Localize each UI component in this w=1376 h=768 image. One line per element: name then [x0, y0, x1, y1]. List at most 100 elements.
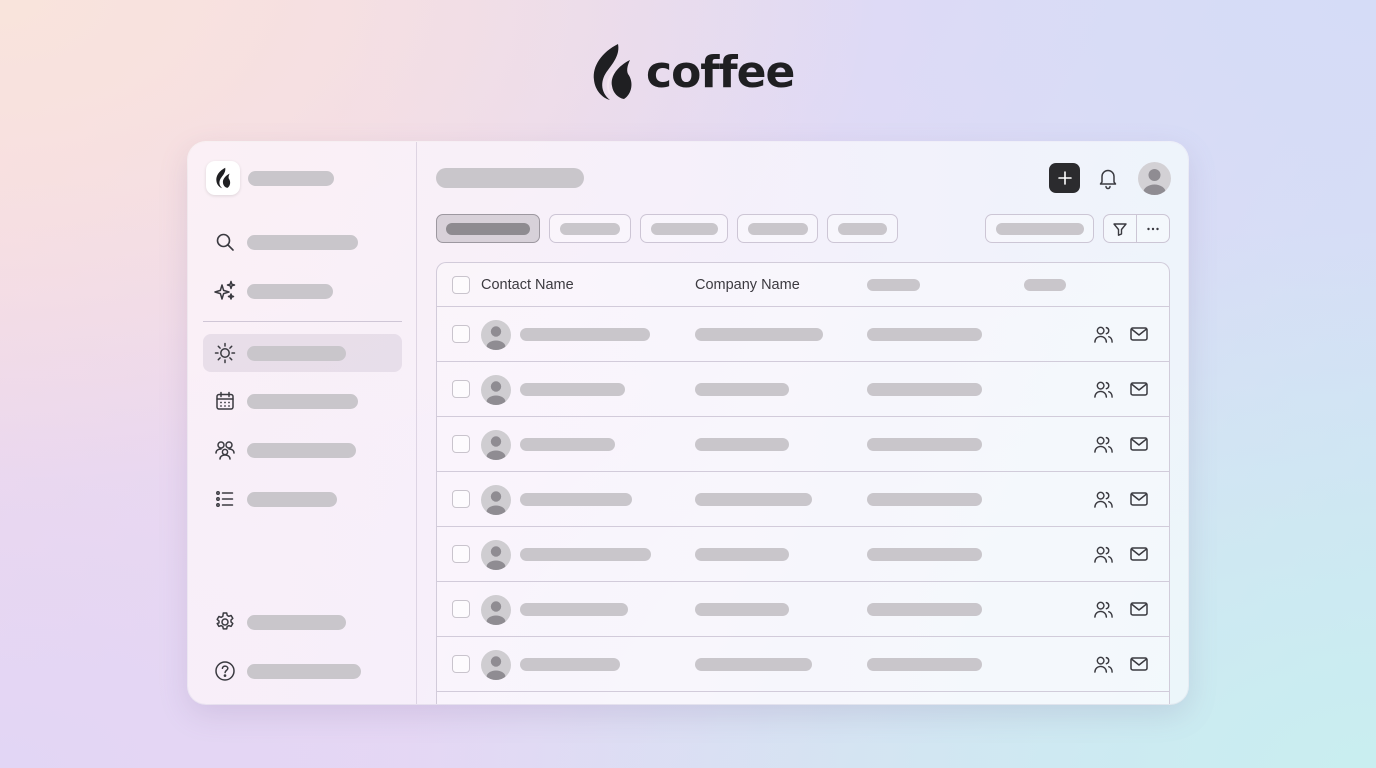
column-header-company-name[interactable]: Company Name	[695, 277, 800, 293]
users-icon[interactable]	[1093, 489, 1114, 515]
users-icon	[203, 439, 247, 461]
gear-icon	[203, 611, 247, 633]
table-row[interactable]	[437, 582, 1169, 637]
tab-label	[838, 222, 887, 235]
mail-icon[interactable]	[1129, 654, 1149, 679]
sidebar-divider	[203, 321, 402, 322]
sidebar-item-help[interactable]	[203, 652, 402, 690]
view-selector[interactable]	[985, 214, 1094, 243]
row-checkbox[interactable]	[452, 600, 470, 618]
mail-icon[interactable]	[1129, 379, 1149, 404]
contact-name-placeholder	[520, 493, 632, 506]
table-row[interactable]	[437, 472, 1169, 527]
search-icon	[203, 232, 247, 252]
users-icon[interactable]	[1093, 434, 1114, 460]
sun-icon	[203, 342, 247, 364]
users-icon[interactable]	[1093, 654, 1114, 680]
cell-placeholder	[867, 658, 982, 671]
tab-label	[560, 222, 620, 235]
cell-placeholder	[867, 328, 982, 341]
workspace-name-placeholder	[248, 171, 334, 186]
sidebar-item-label	[247, 283, 333, 299]
contact-name-placeholder	[520, 328, 650, 341]
filter-button[interactable]	[1104, 215, 1136, 242]
contact-avatar	[481, 375, 511, 405]
company-name-placeholder	[695, 438, 789, 451]
cell-placeholder	[867, 603, 982, 616]
sidebar	[188, 142, 417, 704]
mail-icon[interactable]	[1129, 324, 1149, 349]
company-name-placeholder	[695, 603, 789, 616]
list-icon	[203, 489, 247, 509]
cell-placeholder	[867, 438, 982, 451]
column-header-contact-name[interactable]: Contact Name	[481, 277, 574, 293]
flame-logo-icon	[588, 42, 636, 102]
table-row[interactable]	[437, 417, 1169, 472]
app-window: Contact Name Company Name	[188, 142, 1188, 704]
mail-icon[interactable]	[1129, 489, 1149, 514]
mail-icon[interactable]	[1129, 544, 1149, 569]
contact-avatar	[481, 320, 511, 350]
brand-name: coffee	[646, 47, 795, 98]
users-icon[interactable]	[1093, 544, 1114, 570]
users-icon[interactable]	[1093, 599, 1114, 625]
tab-2[interactable]	[549, 214, 631, 243]
mail-icon[interactable]	[1129, 434, 1149, 459]
tab-4[interactable]	[737, 214, 818, 243]
cell-placeholder	[867, 383, 982, 396]
table-row[interactable]	[437, 307, 1169, 362]
sidebar-item-contacts[interactable]	[203, 431, 402, 469]
row-checkbox[interactable]	[452, 325, 470, 343]
tab-label	[446, 222, 530, 235]
column-header-placeholder[interactable]	[1024, 279, 1066, 291]
table-row[interactable]	[437, 637, 1169, 692]
calendar-icon	[203, 391, 247, 411]
more-button[interactable]	[1136, 215, 1169, 242]
company-name-placeholder	[695, 383, 789, 396]
sparkles-icon	[203, 280, 247, 302]
sidebar-item-today[interactable]	[203, 334, 402, 372]
tab-3[interactable]	[640, 214, 728, 243]
sidebar-item-lists[interactable]	[203, 480, 402, 518]
tab-1[interactable]	[436, 214, 540, 243]
contact-name-placeholder	[520, 438, 615, 451]
sidebar-item-settings[interactable]	[203, 603, 402, 641]
contact-avatar	[481, 650, 511, 680]
notifications-button[interactable]	[1096, 166, 1120, 195]
sidebar-item-search[interactable]	[203, 223, 402, 261]
select-all-checkbox[interactable]	[452, 276, 470, 294]
more-horizontal-icon	[1147, 227, 1159, 230]
table-header: Contact Name Company Name	[437, 263, 1169, 307]
company-name-placeholder	[695, 658, 812, 671]
workspace-logo[interactable]	[206, 161, 240, 195]
row-checkbox[interactable]	[452, 490, 470, 508]
user-avatar[interactable]	[1138, 162, 1171, 195]
plus-icon	[1057, 171, 1072, 185]
row-checkbox[interactable]	[452, 380, 470, 398]
tab-label	[747, 222, 808, 235]
users-icon[interactable]	[1093, 324, 1114, 350]
users-icon[interactable]	[1093, 379, 1114, 405]
row-checkbox[interactable]	[452, 545, 470, 563]
contact-name-placeholder	[520, 658, 620, 671]
table-row[interactable]	[437, 362, 1169, 417]
contact-avatar	[481, 540, 511, 570]
page-title-placeholder	[436, 168, 584, 188]
table-row[interactable]	[437, 527, 1169, 582]
sidebar-item-label	[247, 234, 358, 250]
sidebar-item-label	[247, 442, 356, 458]
tab-5[interactable]	[827, 214, 898, 243]
cell-placeholder	[867, 548, 982, 561]
sidebar-item-label	[247, 663, 361, 679]
company-name-placeholder	[695, 493, 812, 506]
sidebar-item-calendar[interactable]	[203, 382, 402, 420]
filter-icon	[1113, 222, 1127, 236]
cell-placeholder	[867, 493, 982, 506]
row-checkbox[interactable]	[452, 655, 470, 673]
row-checkbox[interactable]	[452, 435, 470, 453]
sidebar-item-ai[interactable]	[203, 272, 402, 310]
column-header-placeholder[interactable]	[867, 279, 920, 291]
contact-name-placeholder	[520, 603, 628, 616]
add-button[interactable]	[1049, 163, 1080, 193]
mail-icon[interactable]	[1129, 599, 1149, 624]
